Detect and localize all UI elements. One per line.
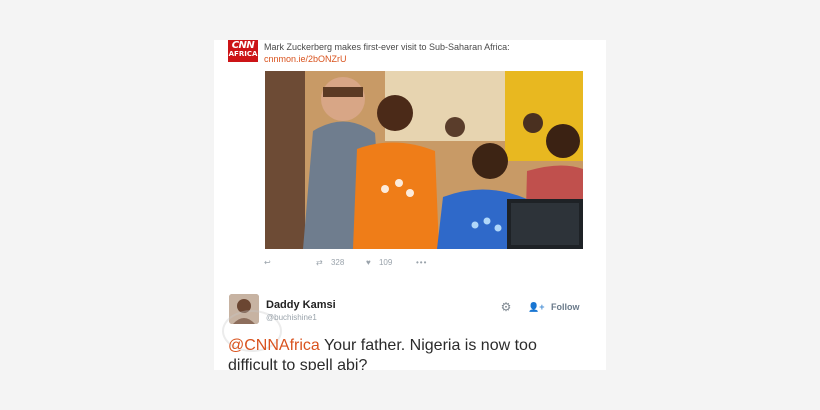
display-name[interactable]: Daddy Kamsi xyxy=(266,299,336,311)
mention-link[interactable]: @CNNAfrica xyxy=(228,337,320,354)
retweet-button[interactable]: ⇄ 328 xyxy=(316,258,344,267)
gear-icon[interactable]: ⚙ xyxy=(499,300,513,314)
reply-text: @CNNAfrica Your father. Nigeria is now t… xyxy=(228,336,598,370)
user-handle[interactable]: @buchishine1 xyxy=(266,313,317,322)
cnn-logo-subtext: AFRICA xyxy=(228,50,258,58)
retweet-icon: ⇄ xyxy=(316,258,323,267)
tweet-photo[interactable] xyxy=(265,71,583,249)
cnn-africa-logo[interactable]: CNN AFRICA xyxy=(228,40,258,62)
follow-label: Follow xyxy=(550,302,580,312)
like-count: 109 xyxy=(378,258,393,267)
tweet-card: CNN AFRICA Mark Zuckerberg makes first-e… xyxy=(214,40,606,370)
reply-line-2: difficult to spell abi? xyxy=(228,357,368,370)
source-link[interactable]: cnnmon.ie/2bONZrU xyxy=(264,54,347,64)
heart-icon: ♥ xyxy=(366,258,371,267)
cnn-logo-text: CNN xyxy=(231,40,255,51)
reply-line-1: Your father. Nigeria is now too xyxy=(319,337,537,354)
follow-button[interactable]: 👤+ Follow xyxy=(528,300,579,314)
more-options-icon[interactable]: ••• xyxy=(416,258,427,267)
reply-icon[interactable]: ↩ xyxy=(264,258,271,267)
source-headline: Mark Zuckerberg makes first-ever visit t… xyxy=(264,42,510,52)
add-user-icon: 👤+ xyxy=(528,302,545,312)
retweet-count: 328 xyxy=(330,258,345,267)
like-button[interactable]: ♥ 109 xyxy=(366,258,392,267)
